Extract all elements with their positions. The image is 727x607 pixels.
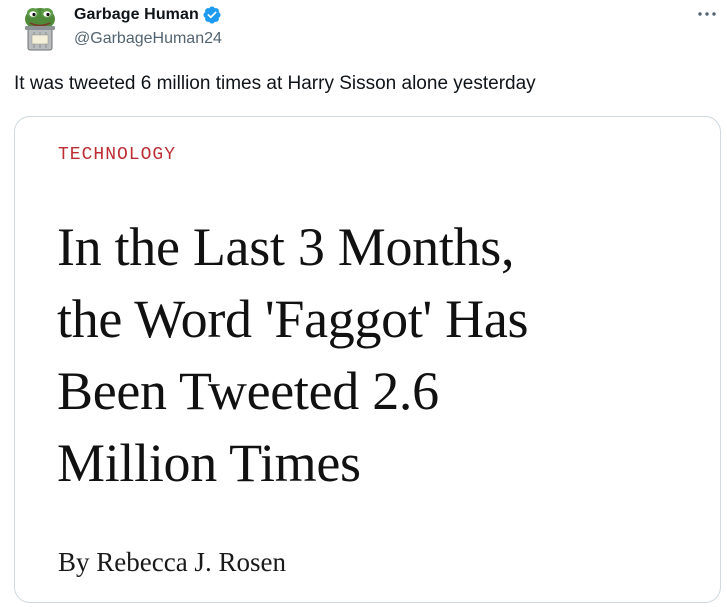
name-row: Garbage Human — [74, 4, 222, 26]
article-section-label: TECHNOLOGY — [58, 145, 177, 165]
author-avatar[interactable] — [20, 2, 60, 52]
article-byline: By Rebecca J. Rosen — [58, 547, 286, 577]
more-options-icon[interactable] — [695, 6, 719, 22]
frog-avatar-icon — [25, 8, 55, 51]
author-display-name[interactable]: Garbage Human — [74, 6, 199, 24]
article-headline: In the Last 3 Months, the Word 'Faggot' … — [57, 211, 677, 499]
headline-line: Million Times — [57, 433, 361, 493]
headline-line: the Word 'Faggot' Has — [57, 289, 529, 349]
headline-line: In the Last 3 Months, — [57, 217, 515, 277]
headline-line: Been Tweeted 2.6 — [57, 361, 439, 421]
tweet-text: It was tweeted 6 million times at Harry … — [14, 73, 536, 94]
author-handle[interactable]: @GarbageHuman24 — [74, 30, 222, 50]
verified-badge-icon — [202, 5, 222, 25]
author-info: Garbage Human @GarbageHuman24 — [74, 4, 222, 50]
tweet: Garbage Human @GarbageHuman24 It was twe… — [0, 0, 727, 607]
article-card[interactable]: TECHNOLOGY In the Last 3 Months, the Wor… — [14, 116, 721, 603]
